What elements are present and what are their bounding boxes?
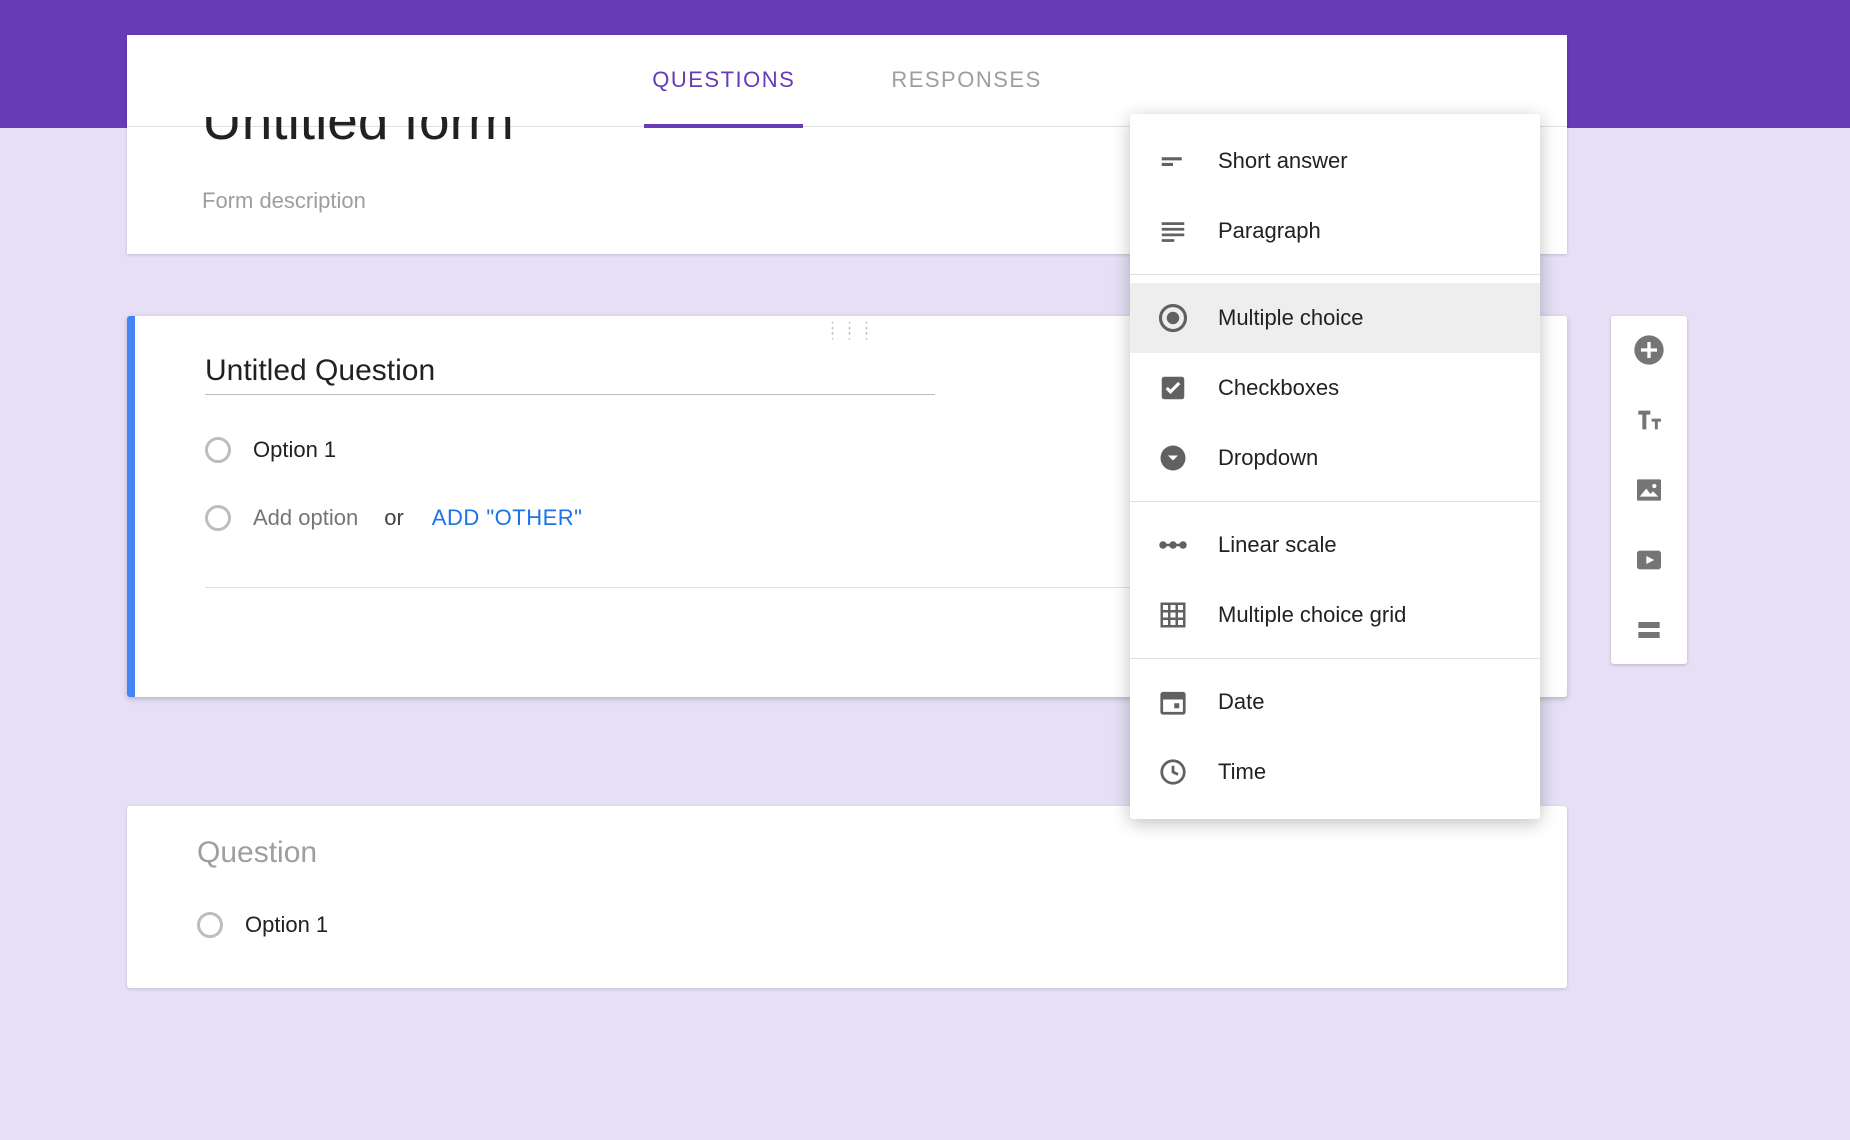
menu-item-time[interactable]: Time: [1130, 737, 1540, 807]
question-title-input[interactable]: Question: [197, 836, 1497, 870]
add-option-input[interactable]: Add option: [253, 505, 358, 531]
question-title-input[interactable]: Untitled Question: [205, 354, 435, 388]
menu-separator: [1130, 658, 1540, 659]
or-text: or: [384, 505, 404, 531]
menu-item-label: Multiple choice: [1218, 305, 1364, 331]
menu-item-grid[interactable]: Multiple choice grid: [1130, 580, 1540, 650]
option-text: Option 1: [245, 912, 328, 938]
menu-item-label: Date: [1218, 689, 1264, 715]
menu-item-label: Time: [1218, 759, 1266, 785]
dropdown-icon: [1158, 443, 1188, 473]
menu-item-label: Paragraph: [1218, 218, 1321, 244]
option-row: Option 1: [197, 912, 1497, 938]
menu-item-date[interactable]: Date: [1130, 667, 1540, 737]
add-section-button[interactable]: [1633, 614, 1665, 646]
menu-item-label: Dropdown: [1218, 445, 1318, 471]
add-other-button[interactable]: ADD "OTHER": [432, 505, 583, 531]
linear-scale-icon: [1158, 530, 1188, 560]
radio-icon: [205, 437, 231, 463]
clock-icon: [1158, 757, 1188, 787]
tab-responses[interactable]: RESPONSES: [883, 36, 1049, 128]
menu-item-label: Multiple choice grid: [1218, 602, 1406, 628]
add-video-button[interactable]: [1633, 544, 1665, 576]
radio-selected-icon: [1158, 303, 1188, 333]
tab-questions[interactable]: QUESTIONS: [644, 36, 803, 128]
menu-item-checkboxes[interactable]: Checkboxes: [1130, 353, 1540, 423]
grid-icon: [1158, 600, 1188, 630]
add-image-button[interactable]: [1633, 474, 1665, 506]
menu-item-label: Checkboxes: [1218, 375, 1339, 401]
menu-separator: [1130, 501, 1540, 502]
add-title-button[interactable]: [1633, 404, 1665, 436]
short-answer-icon: [1158, 146, 1188, 176]
menu-item-label: Short answer: [1218, 148, 1348, 174]
option-text-input[interactable]: Option 1: [253, 437, 336, 463]
menu-item-multiple-choice[interactable]: Multiple choice: [1130, 283, 1540, 353]
menu-item-paragraph[interactable]: Paragraph: [1130, 196, 1540, 266]
question-card[interactable]: Question Option 1: [127, 806, 1567, 988]
menu-item-short-answer[interactable]: Short answer: [1130, 126, 1540, 196]
menu-item-dropdown[interactable]: Dropdown: [1130, 423, 1540, 493]
menu-separator: [1130, 274, 1540, 275]
menu-item-label: Linear scale: [1218, 532, 1337, 558]
radio-icon: [197, 912, 223, 938]
menu-item-linear-scale[interactable]: Linear scale: [1130, 510, 1540, 580]
add-question-button[interactable]: [1633, 334, 1665, 366]
checkbox-icon: [1158, 373, 1188, 403]
paragraph-icon: [1158, 216, 1188, 246]
side-toolbox: [1611, 316, 1687, 664]
calendar-icon: [1158, 687, 1188, 717]
question-type-menu[interactable]: Short answer Paragraph Multiple choice C…: [1130, 114, 1540, 819]
radio-icon: [205, 505, 231, 531]
